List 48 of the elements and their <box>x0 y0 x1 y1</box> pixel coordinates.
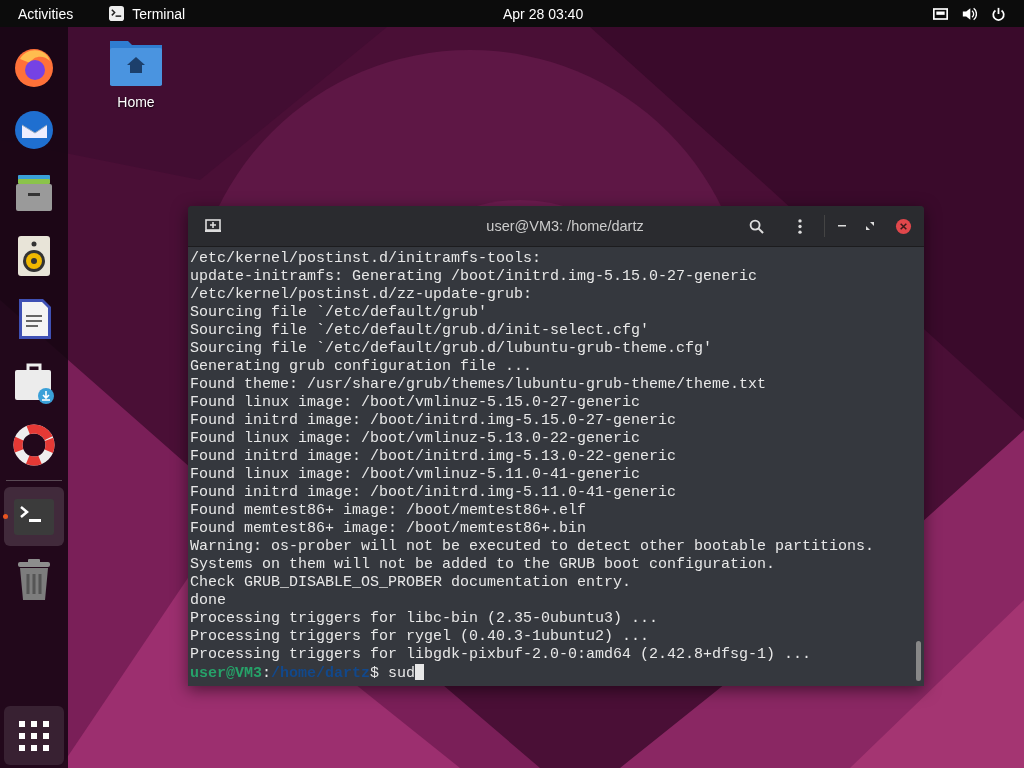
terminal-output-line: Found initrd image: /boot/initrd.img-5.13.0-22-generic <box>190 448 678 466</box>
new-tab-icon[interactable] <box>205 219 221 233</box>
grid-icon <box>19 720 49 751</box>
terminal-output-line: done <box>190 592 227 610</box>
terminal-output-line: Found linux image: /boot/vmlinuz-5.13.0-22-generic <box>190 430 642 448</box>
app-menu[interactable]: Terminal <box>132 5 186 22</box>
terminal-output-line: Systems on them will not be added to the GRUB boot configuration. <box>190 556 777 574</box>
search-icon[interactable] <box>749 218 764 234</box>
terminal-output-line: Found theme: /usr/share/grub/themes/lubuntu-grub-theme/theme.txt <box>190 376 768 394</box>
activities-button[interactable]: Activities <box>18 5 74 22</box>
text-cursor <box>415 664 425 680</box>
prompt-separator: : <box>262 665 272 682</box>
restore-icon[interactable] <box>865 221 875 231</box>
prompt-user: user@VM3 <box>190 665 262 682</box>
window-title: user@VM3: /home/dartz <box>485 218 645 234</box>
network-icon[interactable] <box>933 6 948 21</box>
terminal-icon <box>109 6 125 21</box>
command-input[interactable]: sud <box>388 665 416 682</box>
dock-item-highlight[interactable] <box>4 487 64 546</box>
terminal-output-line: Found initrd image: /boot/initrd.img-5.11.0-41-generic <box>190 484 678 502</box>
terminal-output-line: Processing triggers for libgdk-pixbuf-2.0-0:amd64 (2.42.8+dfsg-1) ... <box>190 646 813 664</box>
terminal-output-line: update-initramfs: Generating /boot/initrd.img-5.15.0-27-generic <box>190 268 759 286</box>
terminal-output-line: Found memtest86+ image: /boot/memtest86+.elf <box>190 502 588 520</box>
volume-icon[interactable] <box>962 6 977 21</box>
power-icon[interactable] <box>991 6 1006 21</box>
lifebuoy-icon[interactable] <box>12 422 56 467</box>
terminal-output-line: /etc/kernel/postinst.d/zz-update-grub: <box>190 286 534 304</box>
terminal-output-line: Found memtest86+ image: /boot/memtest86+.bin <box>190 520 588 538</box>
terminal-output-line: Sourcing file `/etc/default/grub' <box>190 304 489 322</box>
app-grid-button[interactable] <box>4 706 64 765</box>
terminal-output-line: Warning: os-prober will not be executed to detect other bootable partitions. <box>190 538 876 556</box>
terminal-output-line: Generating grub configuration file ... <box>190 358 534 376</box>
terminal-output-line: Sourcing file `/etc/default/grub.d/lubuntu-grub-theme.cfg' <box>190 340 714 358</box>
terminal-output-line: Sourcing file `/etc/default/grub.d/init-select.cfg' <box>190 322 651 340</box>
prompt-symbol: $ <box>370 665 380 682</box>
menu-icon[interactable] <box>798 218 802 234</box>
scrollbar-thumb[interactable] <box>916 641 921 681</box>
terminal-output-line: Found linux image: /boot/vmlinuz-5.15.0-27-generic <box>190 394 642 412</box>
terminal-output-line: Processing triggers for rygel (0.40.3-1ubuntu2) ... <box>190 628 651 646</box>
terminal-output-line: Found initrd image: /boot/initrd.img-5.15.0-27-generic <box>190 412 678 430</box>
terminal-output-line: /etc/kernel/postinst.d/initramfs-tools: <box>190 250 543 268</box>
terminal-output-line: Check GRUB_DISABLE_OS_PROBER documentation entry. <box>190 574 633 592</box>
desktop-icon-label[interactable]: Home <box>117 94 155 110</box>
terminal-output-line: Found linux image: /boot/vmlinuz-5.11.0-41-generic <box>190 466 642 484</box>
close-icon[interactable] <box>895 217 912 235</box>
prompt-path: /home/dartz <box>271 665 371 682</box>
clock[interactable]: Apr 28 03:40 <box>503 5 584 22</box>
terminal-output-line: Processing triggers for libc-bin (2.35-0ubuntu3) ... <box>190 610 660 628</box>
